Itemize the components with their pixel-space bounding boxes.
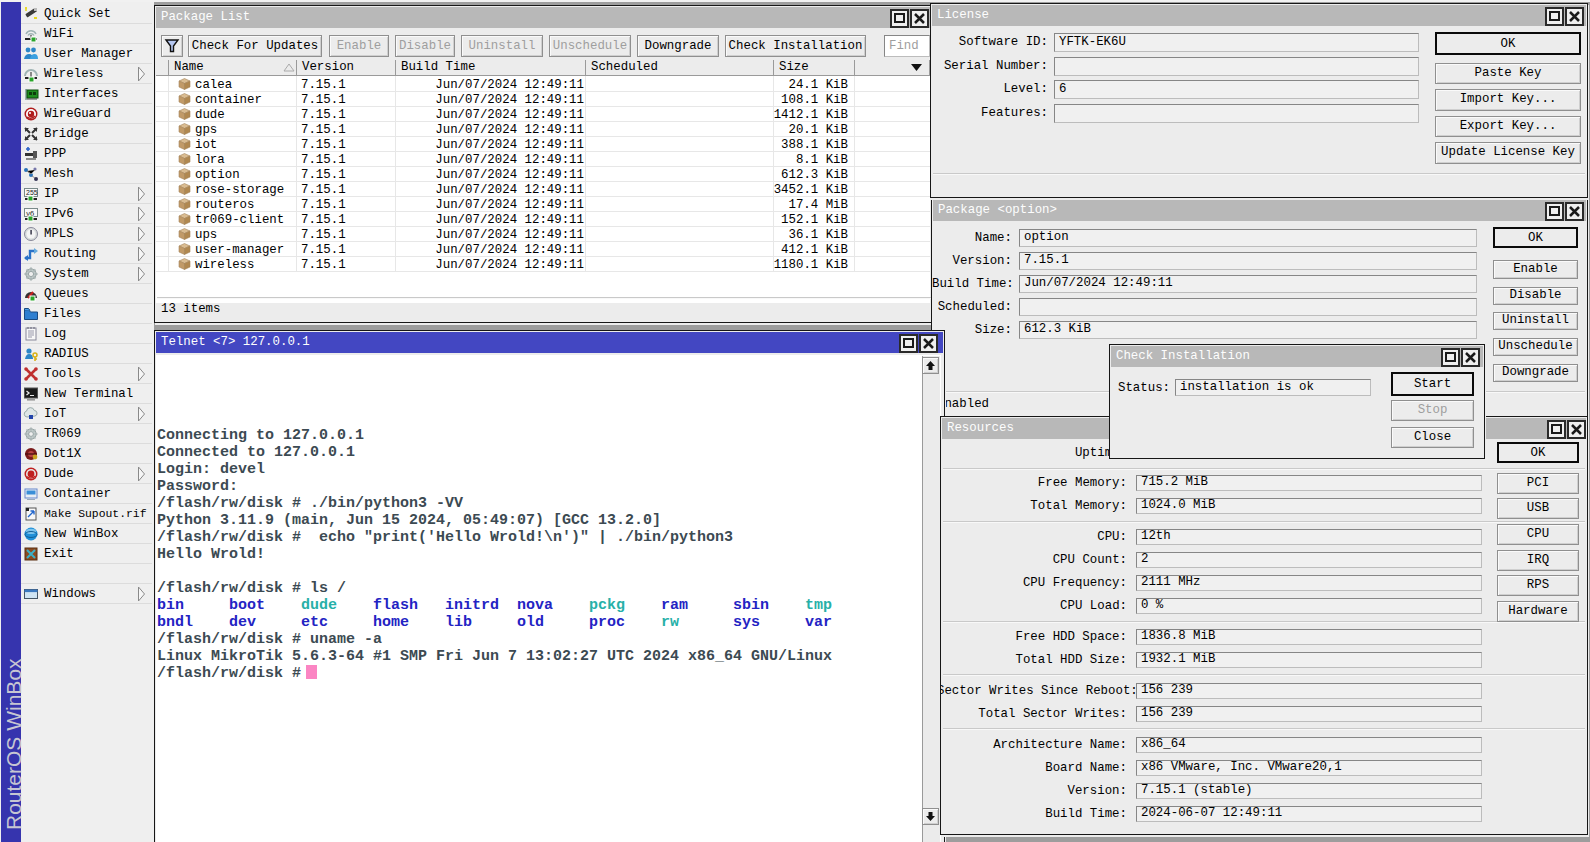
svg-text:255: 255 [26,189,38,196]
